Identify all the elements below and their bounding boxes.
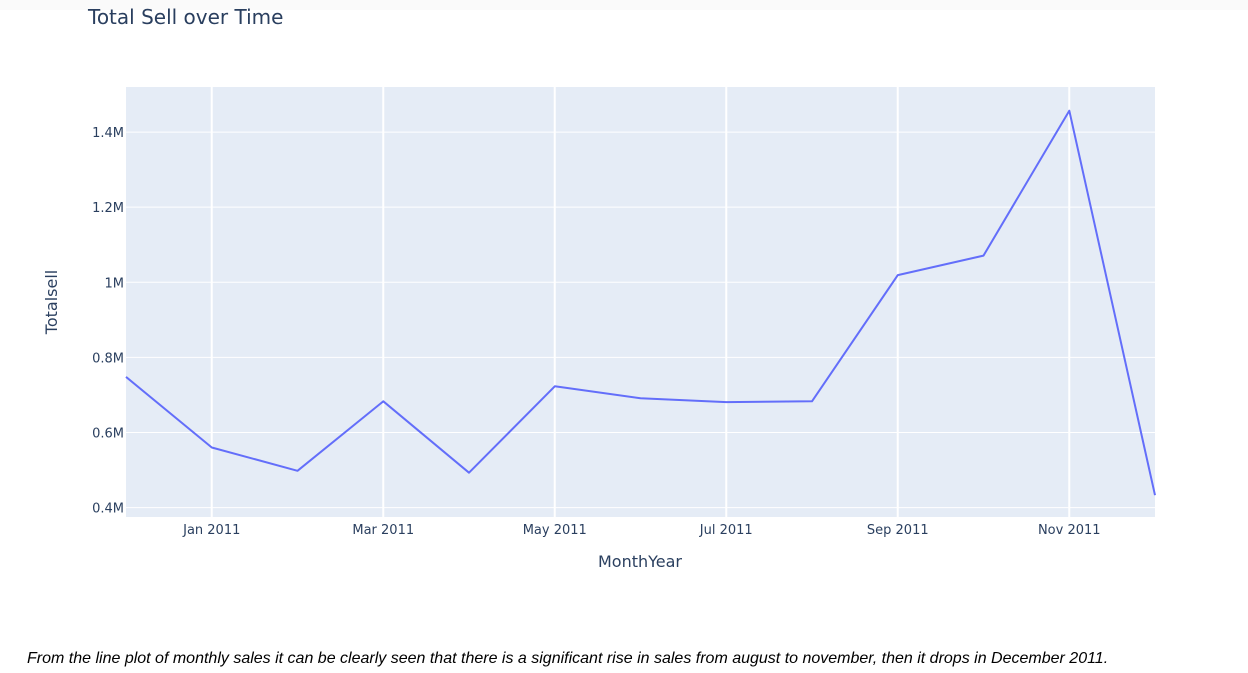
y-tick-label: 0.4M	[92, 502, 124, 517]
plot-area	[126, 87, 1155, 517]
chart-title: Total Sell over Time	[87, 5, 283, 29]
x-tick-label: Nov 2011	[1038, 523, 1101, 538]
y-axis-label: Totalsell	[42, 270, 61, 335]
x-tick-label: May 2011	[523, 523, 587, 538]
line-chart: Total Sell over Time 0.4M 0.6M 0.8M 1M 1.2M 1…	[42, 5, 1156, 571]
y-tick-label: 1M	[105, 276, 125, 291]
x-tick-label: Jul 2011	[699, 523, 753, 538]
x-tick-label: Mar 2011	[352, 523, 414, 538]
caption-text: From the line plot of monthly sales it c…	[27, 650, 1109, 667]
y-tick-label: 0.8M	[92, 351, 124, 366]
y-tick-label: 1.2M	[92, 201, 124, 216]
x-tick-label: Sep 2011	[867, 523, 929, 538]
x-axis-label: MonthYear	[598, 552, 682, 571]
y-tick-label: 1.4M	[92, 126, 124, 141]
y-tick-label: 0.6M	[92, 427, 124, 442]
x-tick-label: Jan 2011	[182, 523, 240, 538]
